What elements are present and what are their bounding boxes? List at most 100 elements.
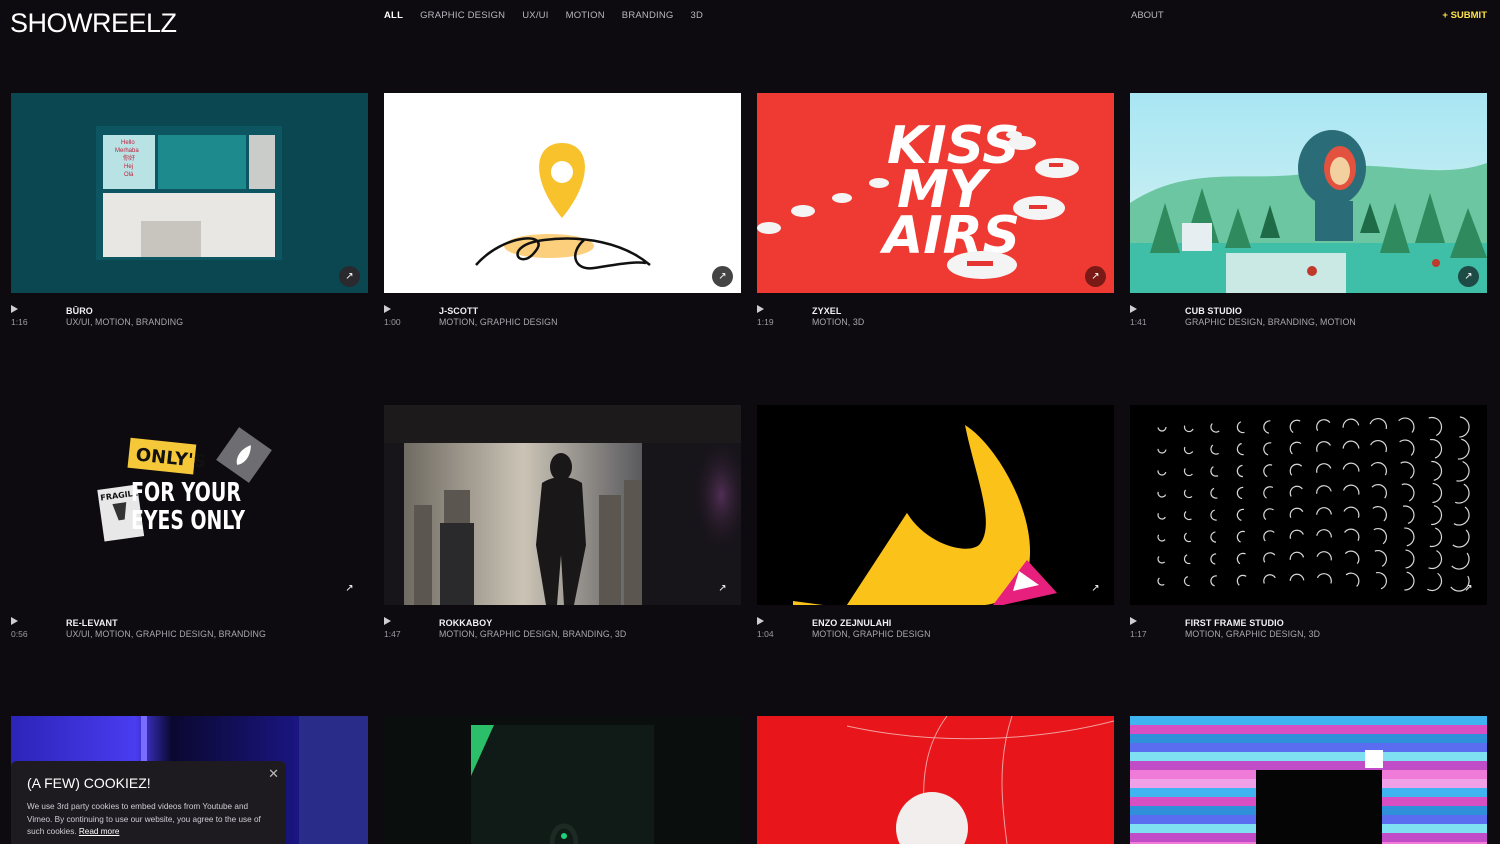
reel-thumbnail[interactable]	[757, 716, 1114, 844]
pixel-tile	[1265, 770, 1274, 779]
play-icon[interactable]	[11, 305, 18, 313]
pixel-tile	[1292, 761, 1301, 770]
play-icon[interactable]	[384, 305, 391, 313]
pixel-tile	[1337, 788, 1346, 797]
reel-thumbnail-rokkaboy[interactable]: ↗	[384, 405, 741, 605]
reel-title[interactable]: ROKKABOY	[439, 618, 492, 628]
reel-tags: UX/UI, MOTION, GRAPHIC DESIGN, BRANDING	[66, 629, 266, 639]
pixel-tile	[1436, 779, 1445, 788]
arrow-up-right-icon[interactable]: ↗	[1085, 266, 1106, 287]
pixel-tile	[1481, 761, 1487, 770]
reel-title[interactable]: J-SCOTT	[439, 306, 478, 316]
pixel-tile	[1328, 806, 1337, 815]
pixel-tile	[1328, 824, 1337, 833]
arrow-up-right-icon[interactable]: ↗	[1458, 266, 1479, 287]
pixel-tile	[1328, 761, 1337, 770]
pixel-tile	[1229, 770, 1238, 779]
submit-link[interactable]: + SUBMIT	[1442, 10, 1487, 21]
pixel-tile	[1454, 725, 1463, 734]
arrow-up-right-icon[interactable]: ↗	[712, 578, 733, 599]
pixel-tile	[1355, 806, 1364, 815]
pixel-tile	[1265, 815, 1274, 824]
pixel-tile	[1454, 770, 1463, 779]
pixel-tile	[1175, 752, 1184, 761]
close-icon[interactable]: ✕	[268, 766, 279, 782]
reel-title[interactable]: ENZO ZEJNULAHI	[812, 618, 891, 628]
play-icon[interactable]	[1130, 305, 1137, 313]
pixel-tile	[1409, 725, 1418, 734]
pixel-tile	[1337, 752, 1346, 761]
nav-all[interactable]: ALL	[384, 10, 403, 21]
reel-title[interactable]: BŪRO	[66, 306, 93, 316]
pixel-tile	[1454, 716, 1463, 725]
reel-title[interactable]: ZYXEL	[812, 306, 842, 316]
pixel-tile	[1238, 833, 1247, 842]
pixel-tile	[1220, 788, 1229, 797]
reel-thumbnail-first-frame-studio[interactable]: ↗	[1130, 405, 1487, 605]
reel-thumbnail-cub-studio[interactable]: ↗	[1130, 93, 1487, 293]
pixel-tile	[1220, 797, 1229, 806]
reel-card: KISS MY AIRS ↗ 1:19 ZYXEL MOTION, 3D	[757, 93, 1114, 345]
pixel-tile	[1436, 824, 1445, 833]
reel-thumbnail[interactable]	[1130, 716, 1487, 844]
pixel-tile	[1382, 797, 1391, 806]
pixel-tile	[1400, 734, 1409, 743]
reel-thumbnail-jscott[interactable]: ↗	[384, 93, 741, 293]
read-more-link[interactable]: Read more	[79, 827, 120, 836]
play-icon[interactable]	[757, 305, 764, 313]
reel-duration: 1:41	[1130, 317, 1147, 327]
reel-thumbnail-zyxel[interactable]: KISS MY AIRS ↗	[757, 93, 1114, 293]
arrow-up-right-icon[interactable]: ↗	[1458, 578, 1479, 599]
pixel-tile	[1139, 761, 1148, 770]
pixel-tile	[1211, 833, 1220, 842]
nav-3d[interactable]: 3D	[691, 10, 704, 21]
play-icon[interactable]	[757, 617, 764, 625]
reel-title[interactable]: RE-LEVANT	[66, 618, 118, 628]
pixel-tile	[1337, 716, 1346, 725]
arrow-up-right-icon[interactable]: ↗	[712, 266, 733, 287]
pixel-tile	[1256, 770, 1265, 779]
nav-graphic-design[interactable]: GRAPHIC DESIGN	[420, 10, 505, 21]
reel-duration: 1:47	[384, 629, 401, 639]
pixel-tile	[1220, 716, 1229, 725]
play-icon[interactable]	[384, 617, 391, 625]
pixel-tile	[1211, 779, 1220, 788]
pixel-tile	[1310, 743, 1319, 752]
nav-branding[interactable]: BRANDING	[622, 10, 674, 21]
arrow-up-right-icon[interactable]: ↗	[339, 578, 360, 599]
reel-thumbnail-re-levant[interactable]: ONLY'S FRAGILE FOR YOUR EYES ONLY ↗	[11, 405, 368, 605]
pixel-tile	[1166, 833, 1175, 842]
pixel-tile	[1472, 788, 1481, 797]
reel-tags: MOTION, GRAPHIC DESIGN, 3D	[1185, 629, 1321, 639]
reel-title[interactable]: CUB STUDIO	[1185, 306, 1242, 316]
pixel-tile	[1481, 752, 1487, 761]
reel-thumbnail-enzo-zejnulahi[interactable]: ↗	[757, 405, 1114, 605]
reel-duration: 1:17	[1130, 629, 1147, 639]
pixel-tile	[1175, 833, 1184, 842]
pixel-tile	[1346, 761, 1355, 770]
site-logo[interactable]: SHOWREELZ	[10, 8, 177, 39]
pixel-tile	[1472, 770, 1481, 779]
pixel-tile	[1184, 788, 1193, 797]
pixel-tile	[1319, 797, 1328, 806]
pixel-tile	[1274, 770, 1283, 779]
nav-motion[interactable]: MOTION	[566, 10, 605, 21]
pixel-tile	[1328, 743, 1337, 752]
pixel-tile	[1166, 725, 1175, 734]
reel-title[interactable]: FIRST FRAME STUDIO	[1185, 618, 1284, 628]
pixel-tile	[1184, 761, 1193, 770]
reel-duration: 1:00	[384, 317, 401, 327]
reel-thumbnail[interactable]	[384, 716, 741, 844]
play-icon[interactable]	[11, 617, 18, 625]
pixel-tile	[1274, 716, 1283, 725]
pixel-tile	[1157, 815, 1166, 824]
nav-ux-ui[interactable]: UX/UI	[522, 10, 548, 21]
pixel-tile	[1400, 779, 1409, 788]
about-link[interactable]: ABOUT	[1131, 10, 1164, 21]
arrow-up-right-icon[interactable]: ↗	[339, 266, 360, 287]
play-icon[interactable]	[1130, 617, 1137, 625]
pixel-tile	[1301, 752, 1310, 761]
reel-thumbnail-buro[interactable]: Hello Merhaba 你好 Hej Olá ↗	[11, 93, 368, 293]
pixel-tile	[1400, 824, 1409, 833]
arrow-up-right-icon[interactable]: ↗	[1085, 578, 1106, 599]
